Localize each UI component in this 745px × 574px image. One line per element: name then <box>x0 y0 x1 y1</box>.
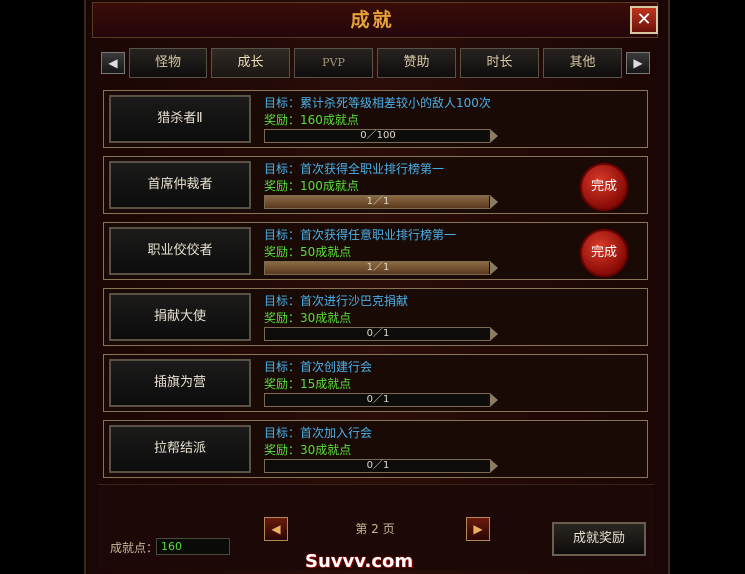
tab-sponsor[interactable]: 赞助 <box>377 48 456 78</box>
next-page-button[interactable]: ▶ <box>466 517 490 541</box>
tab-next-button[interactable]: ▶ <box>626 52 650 74</box>
achievement-name[interactable]: 拉帮结派 <box>109 425 251 473</box>
completed-seal: 完成 <box>580 229 628 277</box>
achievement-row: 插旗为营 目标：首次创建行会 奖励：15成就点 0／1 <box>103 354 648 412</box>
achievement-row: 猎杀者Ⅱ 目标：累计杀死等级相差较小的敌人100次 奖励：160成就点 0／100 <box>103 90 648 148</box>
achievement-name[interactable]: 插旗为营 <box>109 359 251 407</box>
progress-bar-tip <box>490 261 498 275</box>
completed-seal: 完成 <box>580 163 628 211</box>
progress-bar-tip <box>490 129 498 143</box>
tab-other[interactable]: 其他 <box>543 48 622 78</box>
progress-bar: 0／1 <box>264 327 490 341</box>
achievement-row: 拉帮结派 目标：首次加入行会 奖励：30成就点 0／1 <box>103 420 648 478</box>
achievement-name[interactable]: 职业佼佼者 <box>109 227 251 275</box>
achievement-name[interactable]: 首席仲裁者 <box>109 161 251 209</box>
achievement-goal: 目标：首次进行沙巴克捐献 <box>264 294 409 308</box>
progress-bar: 0／1 <box>264 393 490 407</box>
progress-bar-tip <box>490 195 498 209</box>
progress-bar: 1／1 <box>264 195 490 209</box>
achievement-row: 首席仲裁者 目标：首次获得全职业排行榜第一 奖励：100成就点 1／1 完成 <box>103 156 648 214</box>
prev-page-button[interactable]: ◀ <box>264 517 288 541</box>
tab-growth[interactable]: 成长 <box>211 48 290 78</box>
tab-duration[interactable]: 时长 <box>460 48 539 78</box>
progress-text: 0／1 <box>366 460 390 471</box>
tab-monsters[interactable]: 怪物 <box>129 48 207 78</box>
tab-pvp[interactable]: PVP <box>294 48 373 78</box>
achievement-reward: 奖励：30成就点 <box>264 443 352 457</box>
progress-text: 1／1 <box>366 262 390 273</box>
close-button[interactable]: ✕ <box>630 6 658 34</box>
achievement-name[interactable]: 猎杀者Ⅱ <box>109 95 251 143</box>
progress-bar-tip <box>490 327 498 341</box>
achievement-goal: 目标：累计杀死等级相差较小的敌人100次 <box>264 96 491 110</box>
achievement-row: 职业佼佼者 目标：首次获得任意职业排行榜第一 奖励：50成就点 1／1 完成 <box>103 222 648 280</box>
page-indicator: 第 2 页 <box>355 522 395 536</box>
achievement-reward: 奖励：100成就点 <box>264 179 359 193</box>
achievement-row: 捐献大使 目标：首次进行沙巴克捐献 奖励：30成就点 0／1 <box>103 288 648 346</box>
achievement-goal: 目标：首次加入行会 <box>264 426 373 440</box>
achievement-name[interactable]: 捐献大使 <box>109 293 251 341</box>
tab-prev-button[interactable]: ◀ <box>101 52 125 74</box>
progress-text: 1／1 <box>366 196 390 207</box>
watermark-logo: Suvvv.com <box>305 551 414 572</box>
achievement-points-field: 160 <box>156 538 230 555</box>
achievement-reward: 奖励：30成就点 <box>264 311 352 325</box>
achievement-goal: 目标：首次获得全职业排行榜第一 <box>264 162 445 176</box>
achievement-goal: 目标：首次创建行会 <box>264 360 373 374</box>
achievement-goal: 目标：首次获得任意职业排行榜第一 <box>264 228 457 242</box>
achievement-reward: 奖励：15成就点 <box>264 377 352 391</box>
progress-bar: 0／1 <box>264 459 490 473</box>
achievement-reward: 奖励：50成就点 <box>264 245 352 259</box>
progress-bar-tip <box>490 459 498 473</box>
achievement-reward-button[interactable]: 成就奖励 <box>552 522 646 556</box>
achievement-points-label: 成就点： <box>110 541 159 555</box>
progress-text: 0／1 <box>366 394 390 405</box>
achievement-reward: 奖励：160成就点 <box>264 113 359 127</box>
progress-text: 0／100 <box>360 130 396 141</box>
progress-text: 0／1 <box>366 328 390 339</box>
progress-bar: 1／1 <box>264 261 490 275</box>
progress-bar-tip <box>490 393 498 407</box>
progress-bar: 0／100 <box>264 129 490 143</box>
